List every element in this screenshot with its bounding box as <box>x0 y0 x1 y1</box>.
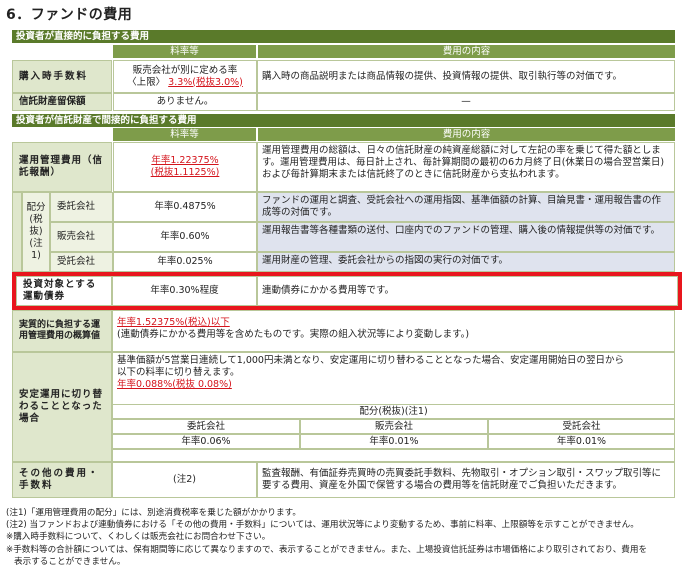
stable-party-distributor: 販売会社 <box>300 419 488 434</box>
purchase-fee-rate-line1: 販売会社が別に定める率 <box>132 64 238 76</box>
section-direct-header: 投資者が直接的に負担する費用 <box>12 30 675 43</box>
stable-op-rate: 年率0.088%(税抜 0.08%) <box>117 379 232 390</box>
alloc-indent <box>12 192 22 272</box>
trust-reserve-content: — <box>257 93 675 111</box>
stable-party-trustee: 受託会社 <box>488 419 675 434</box>
footnotes: (注1)「運用管理費用の配分」には、別途消費税率を乗じた額がかかります。 (注2… <box>6 507 692 568</box>
purchase-fee-rate-line2: 〈上限〉 3.3%(税抜3.0%) <box>127 77 243 89</box>
stable-alloc-header: 配分(税抜)(注1) <box>112 404 675 419</box>
alloc-rate-distributor: 年率0.60% <box>113 222 257 252</box>
stable-rate-trustor: 年率0.06% <box>112 434 300 449</box>
alloc-party-trustor: 委託会社 <box>50 192 113 222</box>
stable-op-line2: 以下の料率に切り替えます。 <box>117 367 240 378</box>
stable-op-label: 安定運用に切り替わることとなった場合 <box>12 352 112 462</box>
stable-rate-distributor: 年率0.01% <box>300 434 488 449</box>
highlight-box <box>12 272 682 310</box>
purchase-fee-rate: 販売会社が別に定める率 〈上限〉 3.3%(税抜3.0%) <box>113 60 257 93</box>
alloc-party-distributor: 販売会社 <box>50 222 113 252</box>
alloc-label: 配分(税抜)(注1) <box>22 192 50 272</box>
page-title: 6．ファンドの費用 <box>6 7 133 23</box>
footnote-1: (注1)「運用管理費用の配分」には、別途消費税率を乗じた額がかかります。 <box>6 508 301 518</box>
other-fees-rate: (注2) <box>112 462 257 498</box>
stable-op-line1: 基準価額が5営業日連続して1,000円未満となり、安定運用に切り替わることとなっ… <box>117 355 625 366</box>
alloc-content-trustor: ファンドの運用と調査、受託会社への運用指図、基準価額の計算、目論見書・運用報告書… <box>257 192 675 222</box>
footnote-2: (注2) 当ファンドおよび連動債券における「その他の費用・手数料」については、運… <box>6 520 639 531</box>
stable-party-trustor: 委託会社 <box>112 419 300 434</box>
purchase-fee-content: 購入時の商品説明または商品情報の提供、投資情報の提供、取引執行等の対価です。 <box>257 60 675 93</box>
footnote-4: ※手数料等の合計額については、保有期間等に応じて異なりますので、表示することがで… <box>6 544 648 555</box>
indirect-col-rate: 料率等 <box>113 128 256 141</box>
alloc-rate-trustor: 年率0.4875% <box>113 192 257 222</box>
purchase-fee-cap-value: 3.3%(税抜3.0%) <box>168 76 243 88</box>
alloc-content-distributor: 運用報告書等各種書類の送付、口座内でのファンドの管理、購入後の情報提供等の対価で… <box>257 222 675 252</box>
effective-cost-value: 年率1.52375%(税込)以下 (連動債券にかかる費用等を含めたものです。実際… <box>112 310 675 352</box>
indirect-col-content: 費用の内容 <box>258 128 675 141</box>
trust-reserve-rate: ありません。 <box>113 93 257 111</box>
alloc-party-trustee: 受託会社 <box>50 252 113 272</box>
purchase-fee-cap-prefix: 〈上限〉 <box>127 76 166 88</box>
mgmt-fee-rate: 年率1.22375% (税抜1.1125%) <box>113 142 257 192</box>
purchase-fee-label: 購入時手数料 <box>12 60 112 93</box>
trust-reserve-label: 信託財産留保額 <box>12 93 112 111</box>
effective-cost-rate: 年率1.52375%(税込)以下 <box>117 317 230 328</box>
footnote-3: ※購入時手数料について、くわしくは販売会社にお問合わせ下さい。 <box>6 532 271 543</box>
alloc-rate-trustee: 年率0.025% <box>113 252 257 272</box>
other-fees-content: 監査報酬、有価証券売買時の売買委託手数料、先物取引・オプション取引・スワップ取引… <box>257 462 675 498</box>
mgmt-fee-content: 運用管理費用の総額は、日々の信託財産の純資産総額に対して左記の率を乗じて得た額と… <box>257 142 675 192</box>
effective-cost-note: (連動債券にかかる費用等を含めたものです。実際の組入状況等により変動します。) <box>117 329 470 340</box>
stable-op-spacer <box>112 449 675 462</box>
section-indirect-header: 投資者が信託財産で間接的に負担する費用 <box>12 114 675 127</box>
mgmt-fee-label: 運用管理費用（信託報酬） <box>12 142 112 192</box>
stable-rate-trustee: 年率0.01% <box>488 434 675 449</box>
alloc-content-trustee: 運用財産の管理、委託会社からの指図の実行の対価です。 <box>257 252 675 272</box>
direct-col-rate: 料率等 <box>113 45 256 58</box>
mgmt-fee-rate-line2: (税抜1.1125%) <box>150 167 220 178</box>
other-fees-label: その他の費用・手数料 <box>12 462 112 498</box>
stable-op-desc: 基準価額が5営業日連続して1,000円未満となり、安定運用に切り替わることとなっ… <box>112 352 675 404</box>
footnote-5: 表示することができません。 <box>14 556 126 567</box>
mgmt-fee-rate-line1: 年率1.22375% <box>151 155 219 166</box>
direct-col-content: 費用の内容 <box>258 45 675 58</box>
effective-cost-label: 実質的に負担する運用管理費用の概算値 <box>12 310 112 352</box>
